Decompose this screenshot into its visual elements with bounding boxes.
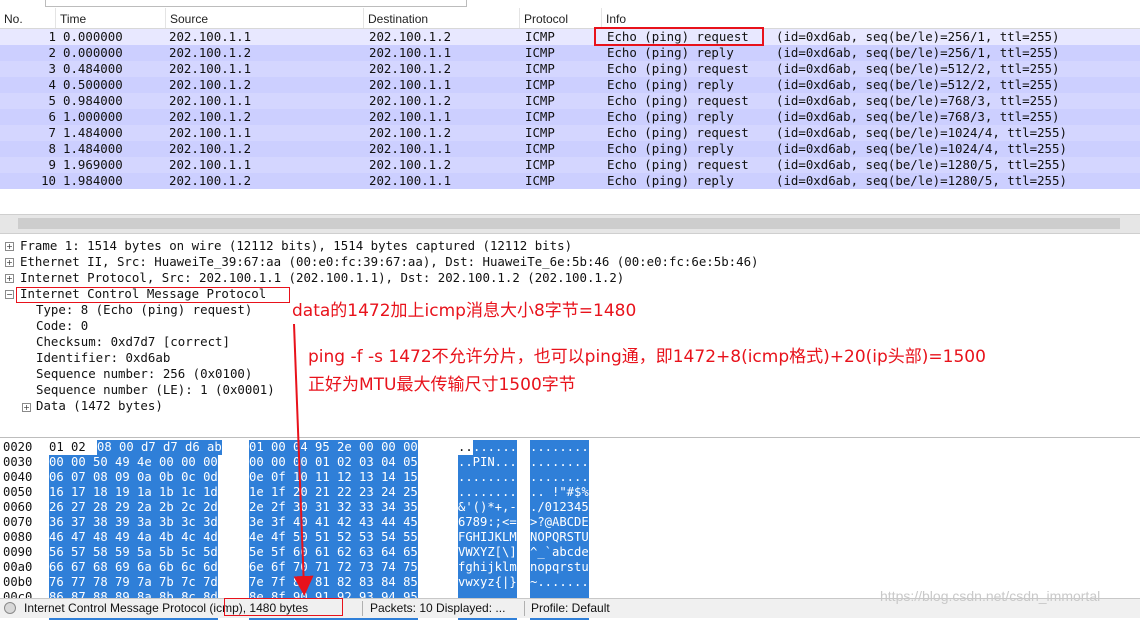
watermark: https://blog.csdn.net/csdn_immortal: [880, 588, 1101, 604]
annotation-arrow: [293, 323, 314, 596]
